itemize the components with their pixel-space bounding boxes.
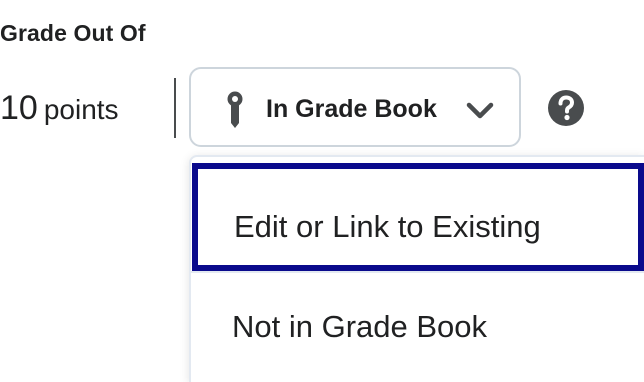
help-icon[interactable] [547, 89, 585, 127]
menu-item-edit-or-link[interactable]: Edit or Link to Existing [192, 163, 644, 271]
grade-points-value: 10 [0, 89, 38, 127]
menu-item-not-in-grade-book[interactable]: Not in Grade Book [191, 271, 644, 381]
grade-out-of-label: Grade Out Of [0, 20, 146, 46]
vertical-divider [174, 78, 176, 138]
grade-book-dropdown-button[interactable]: In Grade Book [189, 67, 521, 147]
pin-icon [227, 91, 243, 128]
grade-points-unit: points [43, 94, 119, 125]
grade-book-button-label: In Grade Book [266, 95, 437, 123]
grade-book-dropdown-menu: Edit or Link to Existing Not in Grade Bo… [189, 155, 644, 382]
chevron-down-icon [466, 102, 494, 119]
grade-settings-panel: Grade Out Of 10 points In Grade Book Edit… [0, 0, 644, 382]
grade-points-display: 10 points [0, 88, 119, 130]
